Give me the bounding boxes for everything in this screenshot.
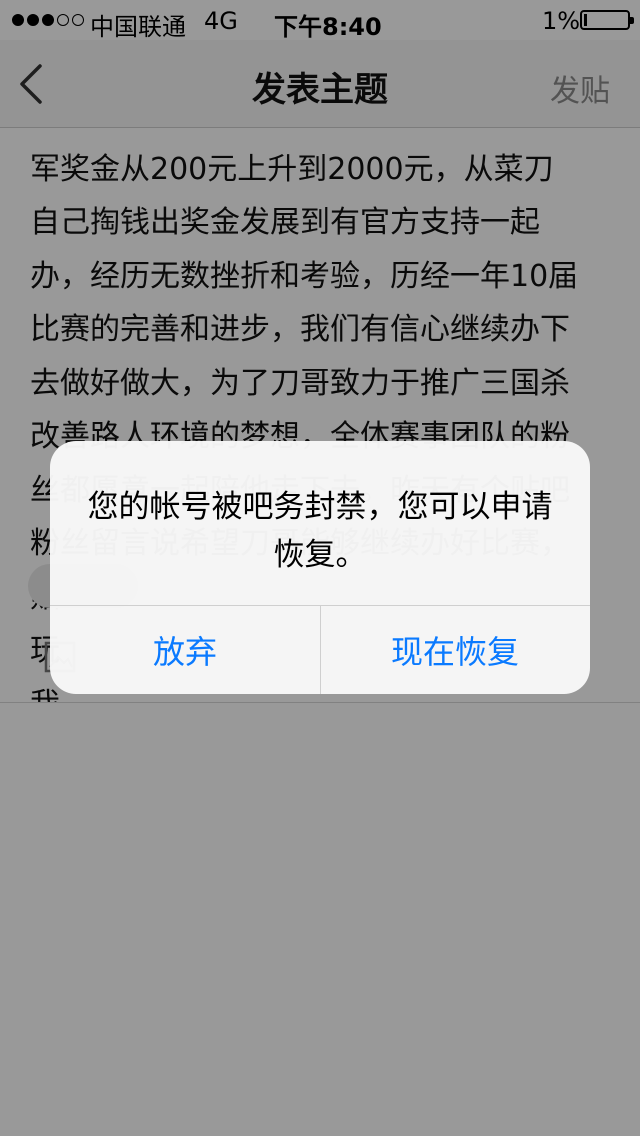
ban-alert-dialog: 您的帐号被吧务封禁，您可以申请恢复。 放弃 现在恢复: [50, 441, 590, 694]
alert-message: 您的帐号被吧务封禁，您可以申请恢复。: [87, 489, 553, 573]
give-up-button[interactable]: 放弃: [50, 606, 320, 694]
screen: 中国联通 4G 下午8:40 1% 发表主题 发贴 菜刀杯作为菜刀个人发起的民间…: [0, 0, 640, 1136]
restore-now-button[interactable]: 现在恢复: [320, 606, 590, 694]
